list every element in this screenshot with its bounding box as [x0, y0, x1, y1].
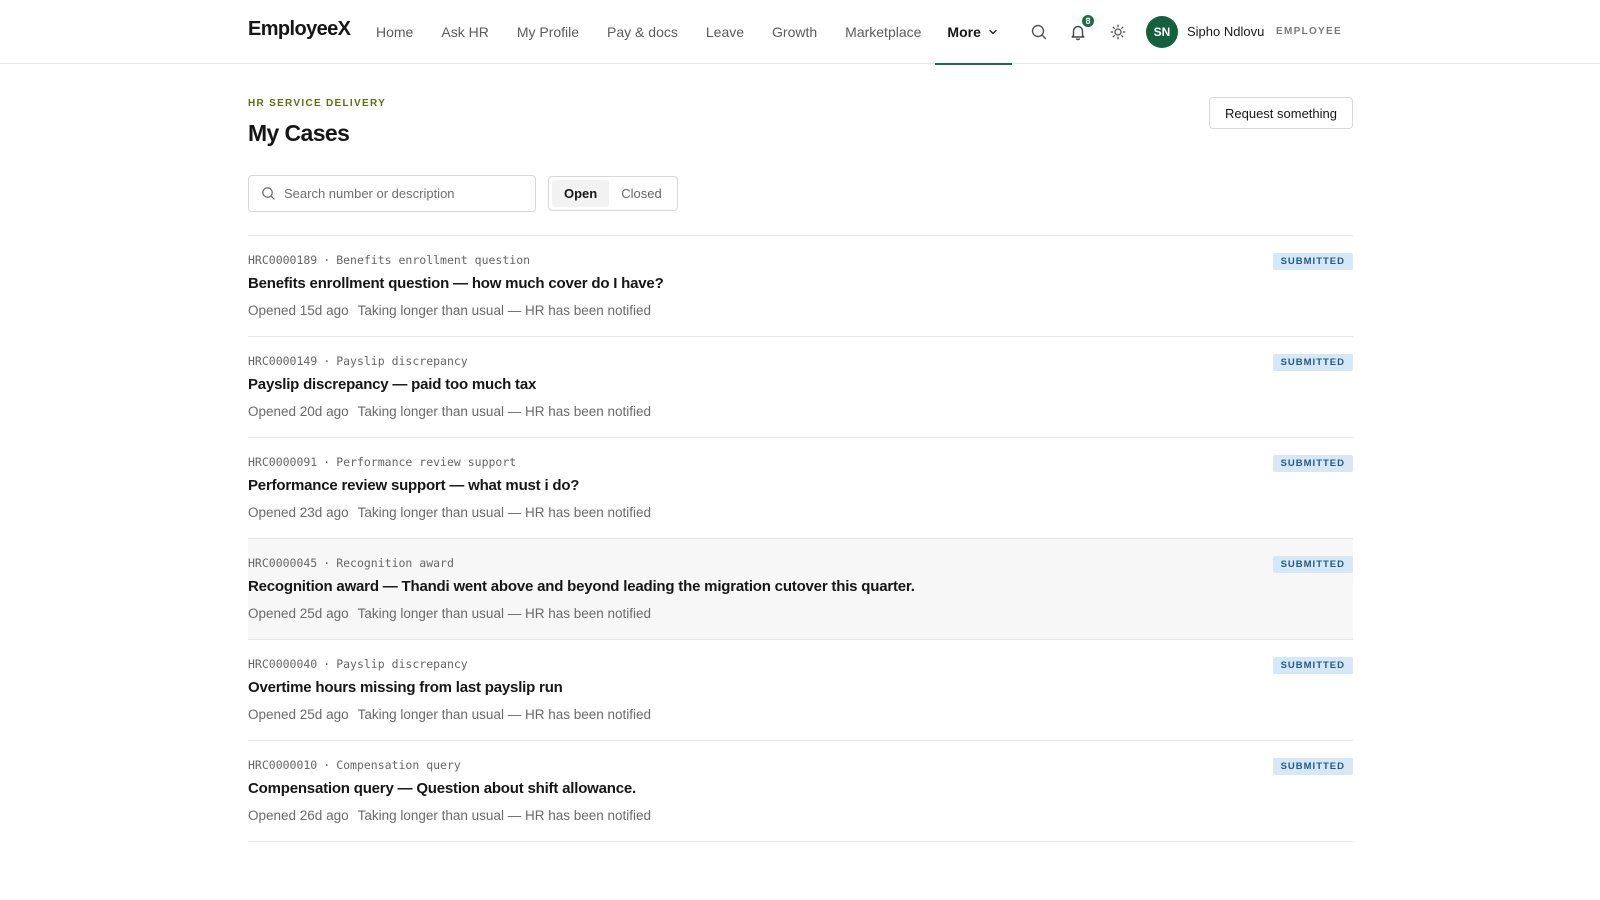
case-meta: HRC0000040 · Payslip discrepancy [248, 657, 468, 671]
main-nav: Home Ask HR My Profile Pay & docs Leave … [362, 0, 1013, 65]
nav-item-growth[interactable]: Growth [758, 0, 831, 64]
case-opened: Opened 25d ago [248, 707, 349, 722]
status-badge: SUBMITTED [1272, 657, 1353, 674]
nav-item-label: Pay & docs [607, 24, 678, 40]
case-title[interactable]: Performance review support — what must i… [248, 477, 579, 494]
request-something-button[interactable]: Request something [1209, 97, 1353, 129]
case-title[interactable]: Payslip discrepancy — paid too much tax [248, 376, 536, 393]
case-number: HRC0000091 [248, 455, 318, 469]
list-item[interactable]: HRC0000040 · Payslip discrepancy Overtime … [248, 640, 1353, 741]
case-number: HRC0000189 [248, 253, 318, 267]
search-input[interactable] [284, 186, 524, 201]
case-opened: Opened 25d ago [248, 606, 349, 621]
case-notice: Taking longer than usual — HR has been n… [357, 707, 652, 722]
case-meta: HRC0000045 · Recognition award [248, 556, 454, 570]
case-category: Recognition award [336, 556, 454, 570]
user-role-label: EMPLOYEE [1276, 26, 1342, 37]
case-notice: Taking longer than usual — HR has been n… [357, 303, 652, 318]
case-notice: Taking longer than usual — HR has been n… [357, 505, 652, 520]
case-meta: HRC0000091 · Performance review support [248, 455, 517, 469]
nav-item-marketplace[interactable]: Marketplace [831, 0, 935, 64]
nav-item-label: Marketplace [845, 24, 922, 40]
case-number: HRC0000040 [248, 657, 318, 671]
list-item[interactable]: HRC0000091 · Performance review support Pe… [248, 438, 1353, 539]
status-badge: SUBMITTED [1272, 253, 1353, 270]
case-opened: Opened 23d ago [248, 505, 349, 520]
case-subline: Opened 25d ago Taking longer than usual —… [248, 606, 651, 621]
list-item[interactable]: HRC0000149 · Payslip discrepancy Payslip d… [248, 337, 1353, 438]
case-category: Performance review support [336, 455, 517, 469]
case-category: Payslip discrepancy [336, 657, 468, 671]
filter-open[interactable]: Open [552, 180, 610, 207]
case-meta: HRC0000149 · Payslip discrepancy [248, 354, 468, 368]
nav-item-home[interactable]: Home [362, 0, 427, 64]
search-icon [1031, 24, 1047, 40]
theme-toggle-button[interactable] [1106, 20, 1130, 44]
notifications-button[interactable]: 8 [1066, 13, 1096, 44]
sun-icon [1110, 24, 1126, 40]
case-subline: Opened 20d ago Taking longer than usual —… [248, 404, 651, 419]
case-list: HRC0000189 · Benefits enrollment question … [248, 235, 1353, 842]
chevron-down-icon [989, 29, 997, 35]
avatar[interactable]: SN [1146, 16, 1178, 48]
filter-closed[interactable]: Closed [609, 180, 673, 207]
case-notice: Taking longer than usual — HR has been n… [357, 808, 652, 823]
nav-item-leave[interactable]: Leave [692, 0, 758, 64]
search-button[interactable] [1027, 20, 1051, 44]
nav-item-pay-docs[interactable]: Pay & docs [593, 0, 692, 64]
search-box [248, 175, 536, 212]
page-title: My Cases [248, 120, 350, 146]
search-icon [262, 187, 275, 200]
nav-item-label: Growth [772, 24, 818, 40]
case-category: Benefits enrollment question [336, 253, 531, 267]
case-subline: Opened 15d ago Taking longer than usual —… [248, 303, 651, 318]
case-category: Payslip discrepancy [336, 354, 468, 368]
notification-count-badge: 8 [1080, 13, 1096, 29]
case-number: HRC0000149 [248, 354, 318, 368]
status-filter-toggle: Open Closed [548, 176, 678, 211]
case-opened: Opened 26d ago [248, 808, 349, 823]
nav-item-label: More [947, 24, 981, 40]
case-number: HRC0000010 [248, 758, 318, 772]
list-item[interactable]: HRC0000189 · Benefits enrollment question … [248, 236, 1353, 337]
case-subline: Opened 26d ago Taking longer than usual —… [248, 808, 651, 823]
nav-item-my-profile[interactable]: My Profile [503, 0, 593, 64]
case-notice: Taking longer than usual — HR has been n… [357, 606, 652, 621]
nav-item-label: My Profile [516, 24, 580, 40]
case-notice: Taking longer than usual — HR has been n… [357, 404, 652, 419]
nav-item-label: Leave [705, 24, 745, 40]
status-badge: SUBMITTED [1272, 556, 1353, 573]
status-badge: SUBMITTED [1272, 758, 1353, 775]
list-item[interactable]: HRC0000045 · Recognition award Recognition… [248, 539, 1353, 640]
case-title[interactable]: Overtime hours missing from last payslip… [248, 679, 563, 696]
section-eyebrow: HR SERVICE DELIVERY [248, 98, 387, 109]
case-meta: HRC0000010 · Compensation query [248, 758, 461, 772]
case-title[interactable]: Recognition award — Thandi went above an… [248, 578, 915, 595]
nav-item-label: Ask HR [441, 24, 489, 40]
user-name[interactable]: Sipho Ndlovu [1187, 24, 1264, 39]
case-opened: Opened 20d ago [248, 404, 349, 419]
case-title[interactable]: Benefits enrollment question — how much … [248, 275, 664, 292]
case-title[interactable]: Compensation query — Question about shif… [248, 780, 636, 797]
app-logo[interactable]: EmployeeX [248, 18, 351, 41]
case-meta: HRC0000189 · Benefits enrollment question [248, 253, 531, 267]
nav-item-more[interactable]: More [935, 0, 1013, 65]
case-subline: Opened 25d ago Taking longer than usual —… [248, 707, 651, 722]
case-number: HRC0000045 [248, 556, 318, 570]
nav-item-ask-hr[interactable]: Ask HR [427, 0, 502, 64]
case-subline: Opened 23d ago Taking longer than usual —… [248, 505, 651, 520]
status-badge: SUBMITTED [1272, 354, 1353, 371]
case-category: Compensation query [336, 758, 461, 772]
status-badge: SUBMITTED [1272, 455, 1353, 472]
nav-item-label: Home [376, 24, 414, 40]
case-opened: Opened 15d ago [248, 303, 349, 318]
top-navigation-bar: EmployeeX Home Ask HR My Profile Pay & d… [0, 0, 1600, 65]
list-item[interactable]: HRC0000010 · Compensation query Compensati… [248, 741, 1353, 842]
